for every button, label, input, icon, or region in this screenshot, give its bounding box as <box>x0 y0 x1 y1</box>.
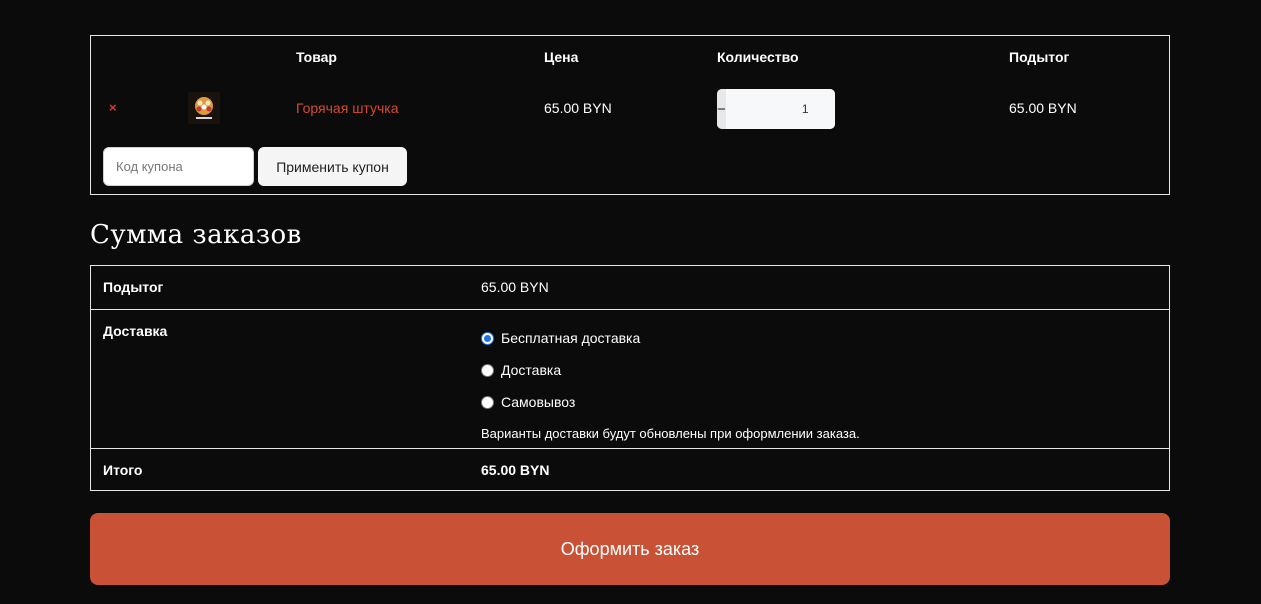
shipping-radio-pickup[interactable] <box>481 395 494 409</box>
shipping-radio-delivery[interactable] <box>481 363 494 377</box>
remove-item-button[interactable]: × <box>109 100 117 115</box>
quantity-decrease-button[interactable]: − <box>717 89 726 129</box>
coupon-code-input[interactable] <box>103 147 254 186</box>
shipping-note: Варианты доставки будут обновлены при оф… <box>481 426 860 441</box>
cart-table: Товар Цена Количество Подытог × Горячая … <box>90 35 1170 195</box>
header-quantity: Количество <box>717 49 799 65</box>
totals-subtotal-row: Подытог 65.00 BYN <box>91 266 1169 309</box>
header-product: Товар <box>296 49 337 65</box>
shipping-radio-free[interactable] <box>481 331 494 345</box>
header-price: Цена <box>544 49 579 65</box>
apply-coupon-button[interactable]: Применить купон <box>258 147 407 186</box>
cart-totals-table: Подытог 65.00 BYN Доставка Бесплатная до… <box>90 265 1170 491</box>
total-label: Итого <box>103 462 143 478</box>
totals-shipping-row: Доставка Бесплатная доставка Доставка Са… <box>91 309 1169 448</box>
shipping-options: Бесплатная доставка Доставка Самовывоз В… <box>481 322 860 441</box>
product-image-icon <box>188 92 220 124</box>
item-price: 65.00 BYN <box>544 100 612 116</box>
shipping-option-free[interactable]: Бесплатная доставка <box>481 322 860 354</box>
cart-totals-title: Сумма заказов <box>90 220 302 250</box>
shipping-label: Доставка <box>103 323 168 339</box>
item-subtotal: 65.00 BYN <box>1009 100 1077 116</box>
quantity-input[interactable] <box>725 89 835 129</box>
cart-page: Товар Цена Количество Подытог × Горячая … <box>90 35 1170 585</box>
product-name-link[interactable]: Горячая штучка <box>296 100 399 116</box>
total-value: 65.00 BYN <box>481 462 550 478</box>
checkout-button[interactable]: Оформить заказ <box>90 513 1170 585</box>
shipping-option-pickup[interactable]: Самовывоз <box>481 386 860 418</box>
subtotal-value: 65.00 BYN <box>481 279 549 295</box>
subtotal-label: Подытог <box>103 279 164 295</box>
totals-total-row: Итого 65.00 BYN <box>91 448 1169 490</box>
shipping-option-delivery[interactable]: Доставка <box>481 354 860 386</box>
shipping-option-label: Бесплатная доставка <box>501 330 641 346</box>
header-subtotal: Подытог <box>1009 49 1070 65</box>
product-thumbnail[interactable] <box>188 92 220 124</box>
shipping-option-label: Самовывоз <box>501 394 576 410</box>
shipping-option-label: Доставка <box>501 362 562 378</box>
quantity-stepper: − + <box>717 89 835 129</box>
